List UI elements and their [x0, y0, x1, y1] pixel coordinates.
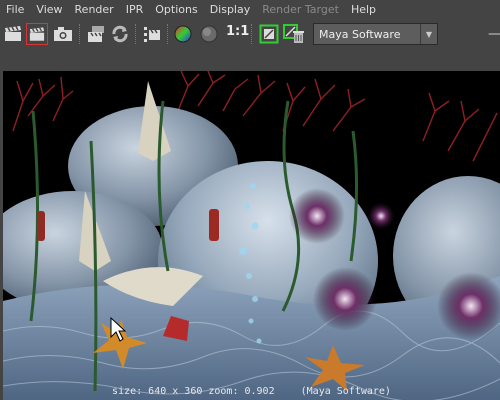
menu-file[interactable]: File [0, 0, 30, 19]
menu-ipr[interactable]: IPR [120, 0, 150, 19]
separator [135, 24, 138, 44]
menu-render[interactable]: Render [69, 0, 120, 19]
renderer-dropdown[interactable]: Maya Software ▼ [313, 23, 438, 45]
toolbar-gap [0, 49, 500, 71]
minus-icon[interactable]: — [488, 26, 500, 42]
menu-bar: File View Render IPR Options Display Ren… [0, 0, 500, 19]
separator [251, 24, 254, 44]
clear-icon[interactable] [283, 23, 305, 45]
real-size-button[interactable]: 1:1 [226, 24, 249, 39]
renderer-value: Maya Software [319, 27, 401, 41]
render-view[interactable]: size: 640 x 360 zoom: 0.902 (Maya Softwa… [3, 71, 500, 400]
menu-help[interactable]: Help [345, 0, 382, 19]
separator [79, 24, 82, 44]
menu-display[interactable]: Display [204, 0, 257, 19]
camera-snapshot-icon[interactable] [52, 23, 74, 45]
refresh-icon[interactable] [109, 23, 131, 45]
render-renderer-label: (Maya Software) [300, 386, 391, 397]
separator [167, 24, 170, 44]
clapper-sequence-icon[interactable] [85, 23, 107, 45]
rendered-underwater-scene [3, 71, 500, 400]
render-status-bar: size: 640 x 360 zoom: 0.902 (Maya Softwa… [3, 386, 500, 400]
menu-view[interactable]: View [30, 0, 68, 19]
menu-options[interactable]: Options [149, 0, 203, 19]
render-size-zoom-label: size: 640 x 360 zoom: 0.902 [112, 386, 275, 397]
frame-icon[interactable] [258, 23, 280, 45]
rgb-channels-icon[interactable] [172, 23, 194, 45]
alpha-channel-icon[interactable] [198, 23, 220, 45]
clapper-list-icon[interactable] [141, 23, 163, 45]
clapper-region-icon[interactable] [26, 23, 48, 45]
menu-render-target[interactable]: Render Target [256, 0, 345, 19]
clapper-icon[interactable] [2, 23, 24, 45]
chevron-down-icon[interactable]: ▼ [420, 24, 437, 44]
